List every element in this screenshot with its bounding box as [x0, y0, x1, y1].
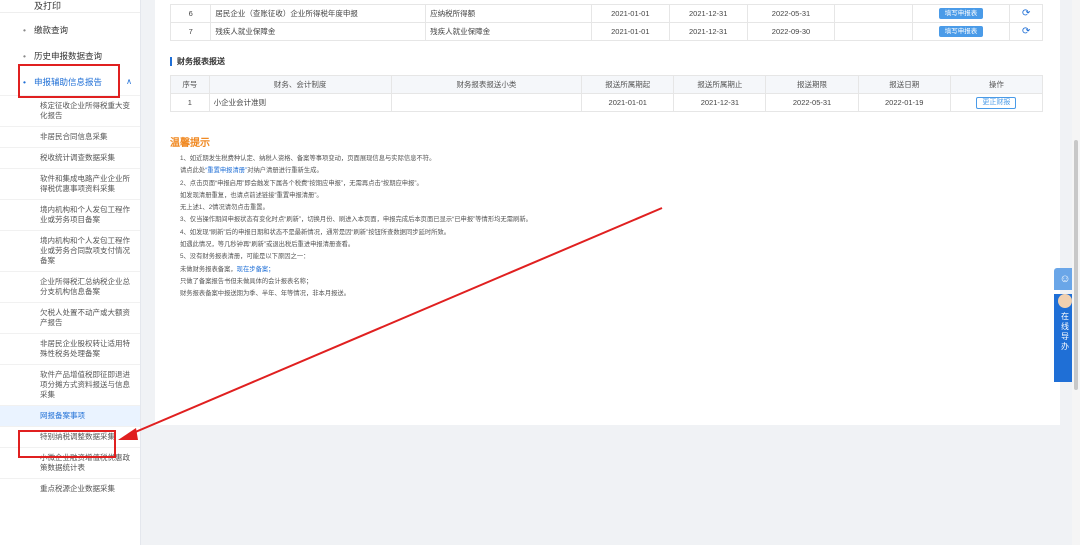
correct-report-button[interactable]: 更正财报	[976, 96, 1017, 109]
guide-label: 在线导办	[1061, 312, 1069, 351]
row-name: 居民企业（查账征收）企业所得税年度申报	[210, 4, 427, 23]
table-row: 7 残疾人就业保障金 残疾人就业保障金 2021-01-01 2021-12-3…	[169, 22, 1043, 41]
row-refresh: ⟳	[1009, 22, 1043, 41]
finance-table: 序号 财务、会计制度 财务报表报送小类 报送所属期起 报送所属期止 报送期限 报…	[170, 75, 1044, 112]
sub-item-equity-transfer[interactable]: 非居民企业股权转让适用特殊性税务处理备案	[0, 333, 140, 364]
row-start: 2021-01-01	[590, 4, 670, 23]
tip-text: 未做财务报表备案，	[180, 265, 237, 273]
tip-line: 5、没有财务报表清册，可能是以下原因之一：	[180, 253, 310, 261]
scrollbar[interactable]	[1072, 0, 1080, 545]
tips-title: 温馨提示	[170, 138, 210, 149]
tip-line: 如遇此情况，等几秒钟再“刷新”或退出税后重进申报清册查看。	[180, 241, 355, 249]
fill-form-button[interactable]: 填写申报表	[938, 26, 984, 37]
row-start: 2021-01-01	[581, 93, 675, 112]
row-deadline: 2022-05-31	[746, 4, 836, 23]
sub-item-contract-payment[interactable]: 境内机构和个人发包工程作业或劳务合同款项支付情况备案	[0, 230, 140, 271]
sub-item-key-source[interactable]: 重点税源企业数据采集	[0, 478, 140, 499]
col-header: 序号	[170, 75, 210, 94]
row-action: 填写申报表	[911, 4, 1011, 23]
row-type: 应纳税所得额	[425, 4, 592, 23]
tip-line: 3、仅当操作期间申报状态有变化时点“刷新”，切换月份、刷进入本页面，申报完成后本…	[180, 216, 532, 224]
sub-item-nonresident-contract[interactable]: 非居民合同信息采集	[0, 126, 140, 147]
row-refresh: ⟳	[1009, 4, 1043, 23]
tip-line: 1、如近期发生税费种认定、纳税人资格、备案等事项变动，页面展现信息与实际信息不符…	[180, 155, 436, 162]
highlight-box	[18, 430, 116, 458]
declaration-table: 6 居民企业（查账征收）企业所得税年度申报 应纳税所得额 2021-01-01 …	[169, 4, 1043, 41]
sidebar-item-payment-query[interactable]: • 缴款查询	[0, 17, 140, 43]
chevron-up-icon: ∧	[126, 77, 132, 86]
sidebar-item-label: 缴款查询	[34, 25, 69, 35]
row-end: 2021-12-31	[673, 93, 767, 112]
sub-item-branch-info[interactable]: 企业所得税汇总纳税企业总分支机构信息备案	[0, 271, 140, 302]
sub-item-verified-tax-change[interactable]: 核定征收企业所得税重大变化报告	[0, 95, 140, 126]
tip-line: 4、如发现“刷新”后的申报日期和状态不是最新情况，通常是因“刷新”按钮所查数据同…	[180, 228, 451, 236]
row-system: 小企业会计准则	[208, 93, 392, 112]
row-name: 残疾人就业保障金	[210, 22, 427, 41]
row-type: 残疾人就业保障金	[425, 22, 592, 41]
refresh-icon[interactable]: ⟳	[1022, 26, 1030, 37]
sub-item-online-filing[interactable]: 网报备案事项	[0, 405, 140, 426]
sidebar-item-label: 历史申报数据查询	[34, 51, 103, 61]
row-no: 6	[169, 4, 212, 23]
fill-form-button[interactable]: 填写申报表	[938, 8, 984, 19]
sidebar-item-print[interactable]: 及打印	[0, 0, 140, 13]
tip-text: 对纳户清册进行重新生成。	[247, 167, 323, 175]
row-date	[834, 22, 913, 41]
scrollbar-thumb[interactable]	[1074, 140, 1078, 390]
tip-line: 无上述1、2情况请勿点击重置。	[180, 204, 269, 212]
tip-line: 2、点击页面“申报启用”即会触发下属各个税费“按期应申报”，无需再点击“按期应申…	[180, 179, 423, 187]
row-subtype	[390, 93, 583, 112]
row-end: 2021-12-31	[668, 22, 748, 41]
col-header: 财务报表报送小类	[390, 75, 583, 94]
row-action: 填写申报表	[911, 22, 1011, 41]
row-date	[834, 4, 913, 23]
tip-line: 财务报表备案中报送期为季、半年、年等情况，非本月报送。	[180, 290, 351, 298]
col-header: 报送日期	[857, 75, 951, 94]
tip-line: 如发现清册重复，也请点前述链接“重置申报清册”。	[180, 191, 323, 199]
section-title: 财务报表报送	[170, 57, 225, 66]
row-deadline: 2022-09-30	[746, 22, 836, 41]
tip-line: 未做财务报表备案，现在步备案；	[180, 264, 680, 276]
sub-item-tax-statistics[interactable]: 税收统计调查数据采集	[0, 147, 140, 168]
col-header: 报送所属期止	[673, 75, 767, 94]
highlight-box	[18, 64, 120, 98]
bullet-icon: •	[23, 25, 26, 35]
tip-text: 请点此处	[180, 167, 206, 175]
col-header: 报送所属期起	[581, 75, 675, 94]
sub-item-software-ic[interactable]: 软件和集成电路产业企业所得税优惠事项资料采集	[0, 168, 140, 199]
col-header: 操作	[949, 75, 1044, 94]
table-row: 6 居民企业（查账征收）企业所得税年度申报 应纳税所得额 2021-01-01 …	[169, 4, 1043, 23]
row-start: 2021-01-01	[590, 22, 670, 41]
row-no: 7	[169, 22, 212, 41]
col-header: 财务、会计制度	[208, 75, 392, 94]
agent-avatar	[1058, 294, 1072, 308]
row-action: 更正财报	[949, 93, 1044, 112]
tip-line: 请点此处“重置申报清册”对纳户清册进行重新生成。	[180, 165, 680, 177]
sub-item-contract-project[interactable]: 境内机构和个人发包工程作业或劳务项目备案	[0, 199, 140, 230]
table-row: 1 小企业会计准则 2021-01-01 2021-12-31 2022-05-…	[170, 93, 1044, 112]
row-no: 1	[170, 93, 210, 112]
refresh-icon[interactable]: ⟳	[1022, 8, 1030, 19]
table-header-row: 序号 财务、会计制度 财务报表报送小类 报送所属期起 报送所属期止 报送期限 报…	[170, 75, 1044, 94]
row-end: 2021-12-31	[668, 4, 748, 23]
sub-item-asset-disposal[interactable]: 欠税人处置不动产或大额资产报告	[0, 302, 140, 333]
file-now-link[interactable]: 现在步备案；	[237, 266, 275, 273]
row-deadline: 2022-05-31	[765, 93, 859, 112]
sub-item-software-vat[interactable]: 软件产品增值税即征即退进项分摊方式资料报送与信息采集	[0, 364, 140, 405]
tip-line: 只做了备案报告书但未做具体的会计报表名称；	[180, 277, 313, 285]
tips-content: 1、如近期发生税费种认定、纳税人资格、备案等事项变动，页面展现信息与实际信息不符…	[180, 153, 680, 301]
reset-list-link[interactable]: “重置申报清册”	[205, 167, 247, 174]
row-date: 2022-01-19	[857, 93, 951, 112]
col-header: 报送期限	[765, 75, 859, 94]
